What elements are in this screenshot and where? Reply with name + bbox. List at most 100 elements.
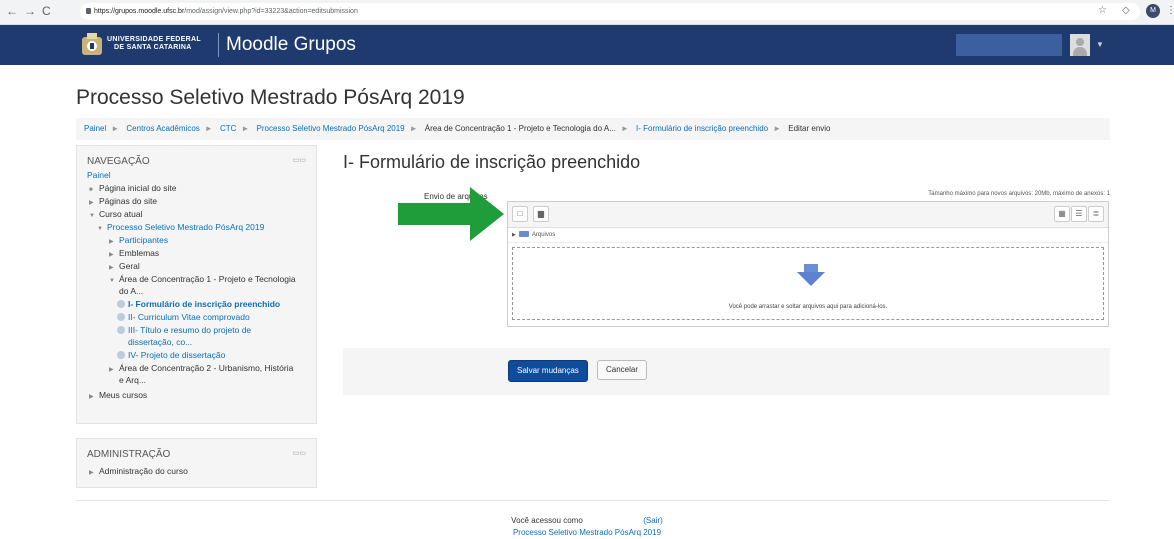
- footer: Você acessou como (Sair) Processo Seleti…: [0, 516, 1174, 537]
- tree-view-icon[interactable]: ≣: [1088, 206, 1104, 222]
- nav-label: Área de Concentração 2 - Urbanismo, Hist…: [119, 363, 294, 373]
- block-controls-icon[interactable]: ▭▭: [293, 449, 306, 457]
- url-path: /mod/assign/view.php?id=33223&action=edi…: [184, 8, 358, 15]
- expand-arrow-icon: ▶: [89, 470, 94, 476]
- user-menu-caret-icon[interactable]: ▼: [1096, 40, 1104, 49]
- nav-item-area2-cont[interactable]: e Arq...: [119, 375, 146, 385]
- avatar-body: [1073, 47, 1087, 56]
- site-name[interactable]: Moodle Grupos: [226, 34, 356, 56]
- breadcrumb-item[interactable]: I- Formulário de inscrição preenchido: [636, 124, 768, 133]
- breadcrumb: Painel ► Centros Acadêmicos ► CTC ► Process…: [76, 118, 1110, 140]
- nav-item-site-pages[interactable]: ▶ Páginas do site: [89, 196, 157, 206]
- site-navbar: UNIVERSIDADE FEDERAL DE SANTA CATARINA M…: [0, 25, 1174, 65]
- nav-item-area1[interactable]: ▼ Área de Concentração 1 - Projeto e Tecn…: [109, 274, 296, 284]
- extension-icon[interactable]: ◇: [1122, 5, 1130, 16]
- block-title: ADMINISTRAÇÃO: [87, 449, 171, 460]
- nav-label: Processo Seletivo Mestrado PósArq 2019: [107, 222, 265, 232]
- navbar-divider: [218, 33, 219, 57]
- breadcrumb-item[interactable]: Área de Concentração 1 - Projeto e Tecno…: [425, 124, 616, 133]
- assignment-icon: [117, 300, 125, 308]
- star-icon[interactable]: ☆: [1098, 5, 1107, 16]
- list-view-icon[interactable]: ☰: [1071, 206, 1087, 222]
- nav-item-form-active[interactable]: I- Formulário de inscrição preenchido: [117, 299, 280, 309]
- save-changes-button[interactable]: Salvar mudanças: [508, 360, 588, 382]
- avatar-head: [1076, 38, 1084, 46]
- path-arrow-icon: ▶: [512, 232, 516, 238]
- breadcrumb-separator-icon: ►: [409, 124, 418, 133]
- nav-item-badges[interactable]: ▶ Emblemas: [109, 248, 159, 258]
- file-manager-toolbar: □ ▆ ▦ ☰ ≣: [508, 202, 1108, 228]
- user-name-box[interactable]: [956, 34, 1062, 56]
- nav-item-painel[interactable]: Painel: [87, 170, 111, 180]
- nav-label: Área de Concentração 1 - Projeto e Tecno…: [119, 274, 296, 284]
- nav-item-general[interactable]: ▶ Geral: [109, 261, 140, 271]
- nav-item-title-summary-cont[interactable]: dissertação, co...: [128, 337, 192, 347]
- file-manager: □ ▆ ▦ ☰ ≣ ▶ Arquivos Você pode arrastar e…: [507, 201, 1109, 327]
- nav-item-cv[interactable]: II- Curriculum Vitae comprovado: [117, 312, 250, 322]
- back-icon[interactable]: ←: [6, 4, 18, 18]
- icons-view-icon[interactable]: ▦: [1054, 206, 1070, 222]
- breadcrumb-item[interactable]: Centros Acadêmicos: [126, 124, 199, 133]
- logged-in-as: Você acessou como: [511, 516, 583, 525]
- breadcrumb-separator-icon: ►: [204, 124, 213, 133]
- block-title: NAVEGAÇÃO: [87, 156, 150, 167]
- menu-icon[interactable]: ⋮: [1166, 5, 1174, 16]
- breadcrumb-separator-icon: ►: [620, 124, 629, 133]
- assignment-title: I- Formulário de inscrição preenchido: [343, 152, 641, 172]
- forward-icon[interactable]: →: [24, 4, 36, 18]
- nav-label: Páginas do site: [99, 196, 158, 206]
- nav-label: Emblemas: [119, 248, 160, 258]
- nav-label: Painel: [87, 170, 111, 180]
- nav-label: do A...: [119, 286, 144, 296]
- collapse-arrow-icon: ▼: [109, 278, 115, 284]
- logout-link[interactable]: (Sair): [643, 516, 663, 525]
- reload-icon[interactable]: C: [42, 4, 51, 18]
- nav-item-area2[interactable]: ▶ Área de Concentração 2 - Urbanismo, His…: [109, 363, 293, 373]
- university-line2: DE SANTA CATARINA: [114, 44, 192, 51]
- assignment-icon: [117, 351, 125, 359]
- breadcrumb-item[interactable]: CTC: [220, 124, 236, 133]
- nav-label: IV- Projeto de dissertação: [128, 350, 226, 360]
- footer-course-link[interactable]: Processo Seletivo Mestrado PósArq 2019: [0, 528, 1174, 537]
- expand-arrow-icon: ▶: [109, 367, 114, 373]
- url-host: https://grupos.moodle.ufsc.br: [94, 8, 185, 15]
- assignment-icon: [117, 326, 125, 334]
- file-dropzone[interactable]: Você pode arrastar e soltar arquivos aqu…: [512, 247, 1104, 320]
- nav-item-project[interactable]: IV- Projeto de dissertação: [117, 350, 225, 360]
- breadcrumb-separator-icon: ►: [241, 124, 250, 133]
- expand-arrow-icon: ▶: [109, 239, 114, 245]
- breadcrumb-item[interactable]: Processo Seletivo Mestrado PósArq 2019: [257, 124, 405, 133]
- nav-item-area1-cont[interactable]: do A...: [119, 286, 143, 296]
- nav-label: dissertação, co...: [128, 337, 193, 347]
- folder-icon: [518, 231, 529, 237]
- cancel-button[interactable]: Cancelar: [597, 360, 648, 380]
- nav-item-participants[interactable]: ▶ Participantes: [109, 235, 168, 245]
- nav-item-current-course[interactable]: ▼ Curso atual: [89, 209, 142, 219]
- nav-label: II- Curriculum Vitae comprovado: [128, 312, 250, 322]
- administration-block: ADMINISTRAÇÃO ▭▭ ▶ Administração do curso: [76, 438, 317, 488]
- collapse-arrow-icon: ▼: [97, 226, 103, 232]
- download-arrow-icon: [797, 264, 825, 286]
- block-controls-icon[interactable]: ▭▭: [293, 156, 306, 164]
- ufsc-logo-icon[interactable]: [80, 31, 104, 59]
- nav-item-my-courses[interactable]: ▶ Meus cursos: [89, 390, 147, 400]
- nav-item-course[interactable]: ▼ Processo Seletivo Mestrado PósArq 2019: [97, 222, 264, 232]
- user-avatar[interactable]: [1070, 34, 1090, 56]
- address-bar[interactable]: https://grupos.moodle.ufsc.br/mod/assign…: [80, 3, 1140, 20]
- footer-divider: [76, 500, 1110, 501]
- expand-arrow-icon: ▶: [89, 394, 94, 400]
- breadcrumb-current: Editar envio: [788, 124, 831, 133]
- dropzone-hint: Você pode arrastar e soltar arquivos aqu…: [728, 304, 888, 310]
- nav-item-title-summary[interactable]: III- Título e resumo do projeto de: [117, 325, 251, 335]
- nav-label: Página inicial do site: [99, 183, 177, 193]
- create-folder-icon[interactable]: ▆: [533, 206, 549, 222]
- breadcrumb-item[interactable]: Painel: [84, 124, 106, 133]
- nav-item-site-home[interactable]: ■ Página inicial do site: [89, 183, 177, 193]
- browser-toolbar: ← → C https://grupos.moodle.ufsc.br/mod/…: [0, 0, 1174, 25]
- nav-item-course-admin[interactable]: ▶ Administração do curso: [89, 466, 188, 476]
- add-file-icon[interactable]: □: [512, 206, 528, 222]
- expand-arrow-icon: ▶: [109, 252, 114, 258]
- navigation-block: NAVEGAÇÃO ▭▭ Painel ■ Página inicial do s…: [76, 145, 317, 424]
- profile-avatar[interactable]: M: [1146, 4, 1160, 18]
- folder-label[interactable]: Arquivos: [532, 232, 555, 238]
